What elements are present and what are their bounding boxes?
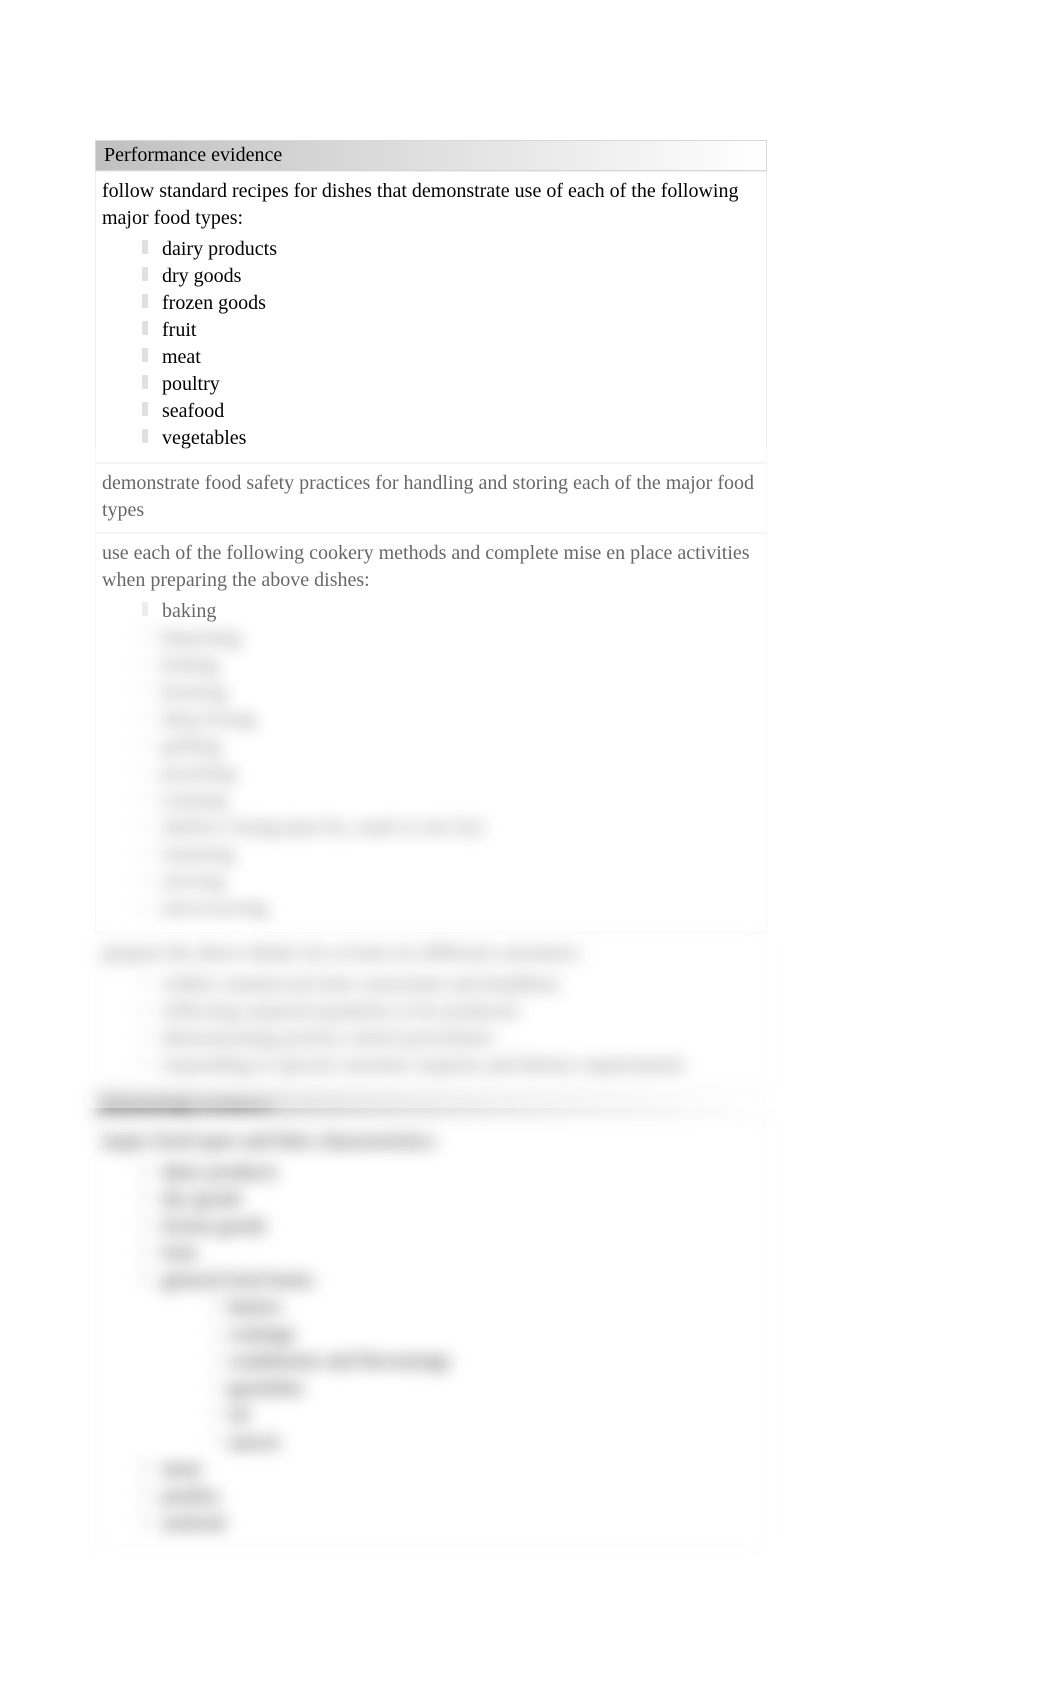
pe-list-1: dairy products dry goods frozen goods fr… bbox=[102, 236, 760, 452]
pe-list-4: within commercial time constraints and d… bbox=[102, 971, 760, 1079]
list-item: meat bbox=[142, 1456, 760, 1483]
list-item-label: vegetables bbox=[162, 427, 246, 449]
list-item-label: meat bbox=[162, 1458, 201, 1480]
ke-intro-1: major food types and their characteristi… bbox=[102, 1128, 760, 1155]
list-item-label: poultry bbox=[162, 1485, 220, 1507]
list-item-label: roasting bbox=[162, 789, 226, 811]
list-item: dairy products bbox=[142, 236, 760, 263]
list-item: general food items: batters coatings con… bbox=[142, 1267, 760, 1456]
list-item-label: seafood bbox=[162, 1512, 224, 1534]
pe-block-2: demonstrate food safety practices for ha… bbox=[95, 463, 767, 533]
pe-block-1: follow standard recipes for dishes that … bbox=[95, 171, 767, 463]
list-item-label: coatings bbox=[228, 1323, 295, 1345]
list-item-label: general food items: bbox=[162, 1269, 316, 1291]
list-item-label: sauces bbox=[228, 1431, 280, 1453]
list-item: deep-frying bbox=[142, 706, 760, 733]
list-item-label: condiments and flavourings bbox=[228, 1350, 450, 1372]
pe-intro-4: prepare the above dishes for at least si… bbox=[102, 940, 760, 967]
section-header-label: Knowledge evidence bbox=[104, 1094, 272, 1116]
list-item: sauces bbox=[212, 1429, 760, 1456]
list-item: dry goods bbox=[142, 1186, 760, 1213]
list-item-label: dry goods bbox=[162, 1188, 241, 1210]
pe-intro-1: follow standard recipes for dishes that … bbox=[102, 178, 760, 232]
list-item: baking bbox=[142, 598, 760, 625]
list-item-label: dairy products bbox=[162, 238, 277, 260]
list-item: seafood bbox=[142, 398, 760, 425]
list-item-label: stewing bbox=[162, 870, 224, 892]
list-item-label: oil bbox=[228, 1404, 249, 1426]
list-item-label: grilling bbox=[162, 735, 221, 757]
list-item: garnishes bbox=[212, 1375, 760, 1402]
list-item: fruit bbox=[142, 317, 760, 344]
pe-block-3: use each of the following cookery method… bbox=[95, 533, 767, 933]
list-item: oil bbox=[212, 1402, 760, 1429]
list-item-label: frozen goods bbox=[162, 292, 266, 314]
list-item-label: deep-frying bbox=[162, 708, 255, 730]
pe-intro-3: use each of the following cookery method… bbox=[102, 540, 760, 594]
list-item: microwaving bbox=[142, 895, 760, 922]
section-header-knowledge: Knowledge evidence bbox=[95, 1090, 767, 1121]
list-item: poaching bbox=[142, 760, 760, 787]
list-item: poultry bbox=[142, 1483, 760, 1510]
list-item: grilling bbox=[142, 733, 760, 760]
list-item: dairy products bbox=[142, 1159, 760, 1186]
list-item-label: batters bbox=[228, 1296, 281, 1318]
list-item-label: garnishes bbox=[228, 1377, 304, 1399]
list-item-label: fruit bbox=[162, 1242, 196, 1264]
list-item-label: seafood bbox=[162, 400, 224, 422]
ke-sublist: batters coatings condiments and flavouri… bbox=[162, 1294, 760, 1456]
list-item: poultry bbox=[142, 371, 760, 398]
list-item-label: shallow frying (pan fry, sauté or stir f… bbox=[162, 816, 484, 838]
list-item: frozen goods bbox=[142, 290, 760, 317]
list-item: stewing bbox=[142, 868, 760, 895]
list-item-label: frozen goods bbox=[162, 1215, 266, 1237]
list-item: braising bbox=[142, 679, 760, 706]
list-item: shallow frying (pan fry, sauté or stir f… bbox=[142, 814, 760, 841]
list-item-label: fruit bbox=[162, 319, 196, 341]
list-item: blanching bbox=[142, 625, 760, 652]
list-item-label: reflecting required quantities to be pro… bbox=[162, 1000, 517, 1022]
ke-list-1: dairy products dry goods frozen goods fr… bbox=[102, 1159, 760, 1537]
list-item-label: steaming bbox=[162, 843, 234, 865]
list-item-label: baking bbox=[162, 600, 216, 622]
list-item: fruit bbox=[142, 1240, 760, 1267]
list-item: condiments and flavourings bbox=[212, 1348, 760, 1375]
list-item-label: poaching bbox=[162, 762, 235, 784]
list-item: within commercial time constraints and d… bbox=[142, 971, 760, 998]
list-item: batters bbox=[212, 1294, 760, 1321]
pe-intro-2: demonstrate food safety practices for ha… bbox=[102, 470, 760, 524]
list-item-label: responding to special customer requests … bbox=[162, 1054, 685, 1076]
list-item: frozen goods bbox=[142, 1213, 760, 1240]
list-item: dry goods bbox=[142, 263, 760, 290]
list-item-label: within commercial time constraints and d… bbox=[162, 973, 559, 995]
list-item: responding to special customer requests … bbox=[142, 1052, 760, 1079]
list-item-label: blanching bbox=[162, 627, 241, 649]
list-item-label: dairy products bbox=[162, 1161, 277, 1183]
list-item-label: demonstrating portion control procedures bbox=[162, 1027, 494, 1049]
ke-block-1: major food types and their characteristi… bbox=[95, 1121, 767, 1548]
section-header-performance: Performance evidence bbox=[95, 140, 767, 171]
list-item-label: boiling bbox=[162, 654, 219, 676]
pe-block-4: prepare the above dishes for at least si… bbox=[95, 933, 767, 1090]
list-item: seafood bbox=[142, 1510, 760, 1537]
list-item-label: poultry bbox=[162, 373, 220, 395]
list-item-label: microwaving bbox=[162, 897, 268, 919]
list-item: meat bbox=[142, 344, 760, 371]
list-item-label: dry goods bbox=[162, 265, 241, 287]
list-item: demonstrating portion control procedures bbox=[142, 1025, 760, 1052]
list-item: steaming bbox=[142, 841, 760, 868]
section-header-label: Performance evidence bbox=[104, 144, 282, 166]
list-item: roasting bbox=[142, 787, 760, 814]
list-item: coatings bbox=[212, 1321, 760, 1348]
list-item: reflecting required quantities to be pro… bbox=[142, 998, 760, 1025]
list-item-label: braising bbox=[162, 681, 226, 703]
pe-list-3: baking blanching boiling braising deep-f… bbox=[102, 598, 760, 922]
list-item: vegetables bbox=[142, 425, 760, 452]
document-page: Performance evidence follow standard rec… bbox=[95, 140, 767, 1548]
list-item: boiling bbox=[142, 652, 760, 679]
list-item-label: meat bbox=[162, 346, 201, 368]
